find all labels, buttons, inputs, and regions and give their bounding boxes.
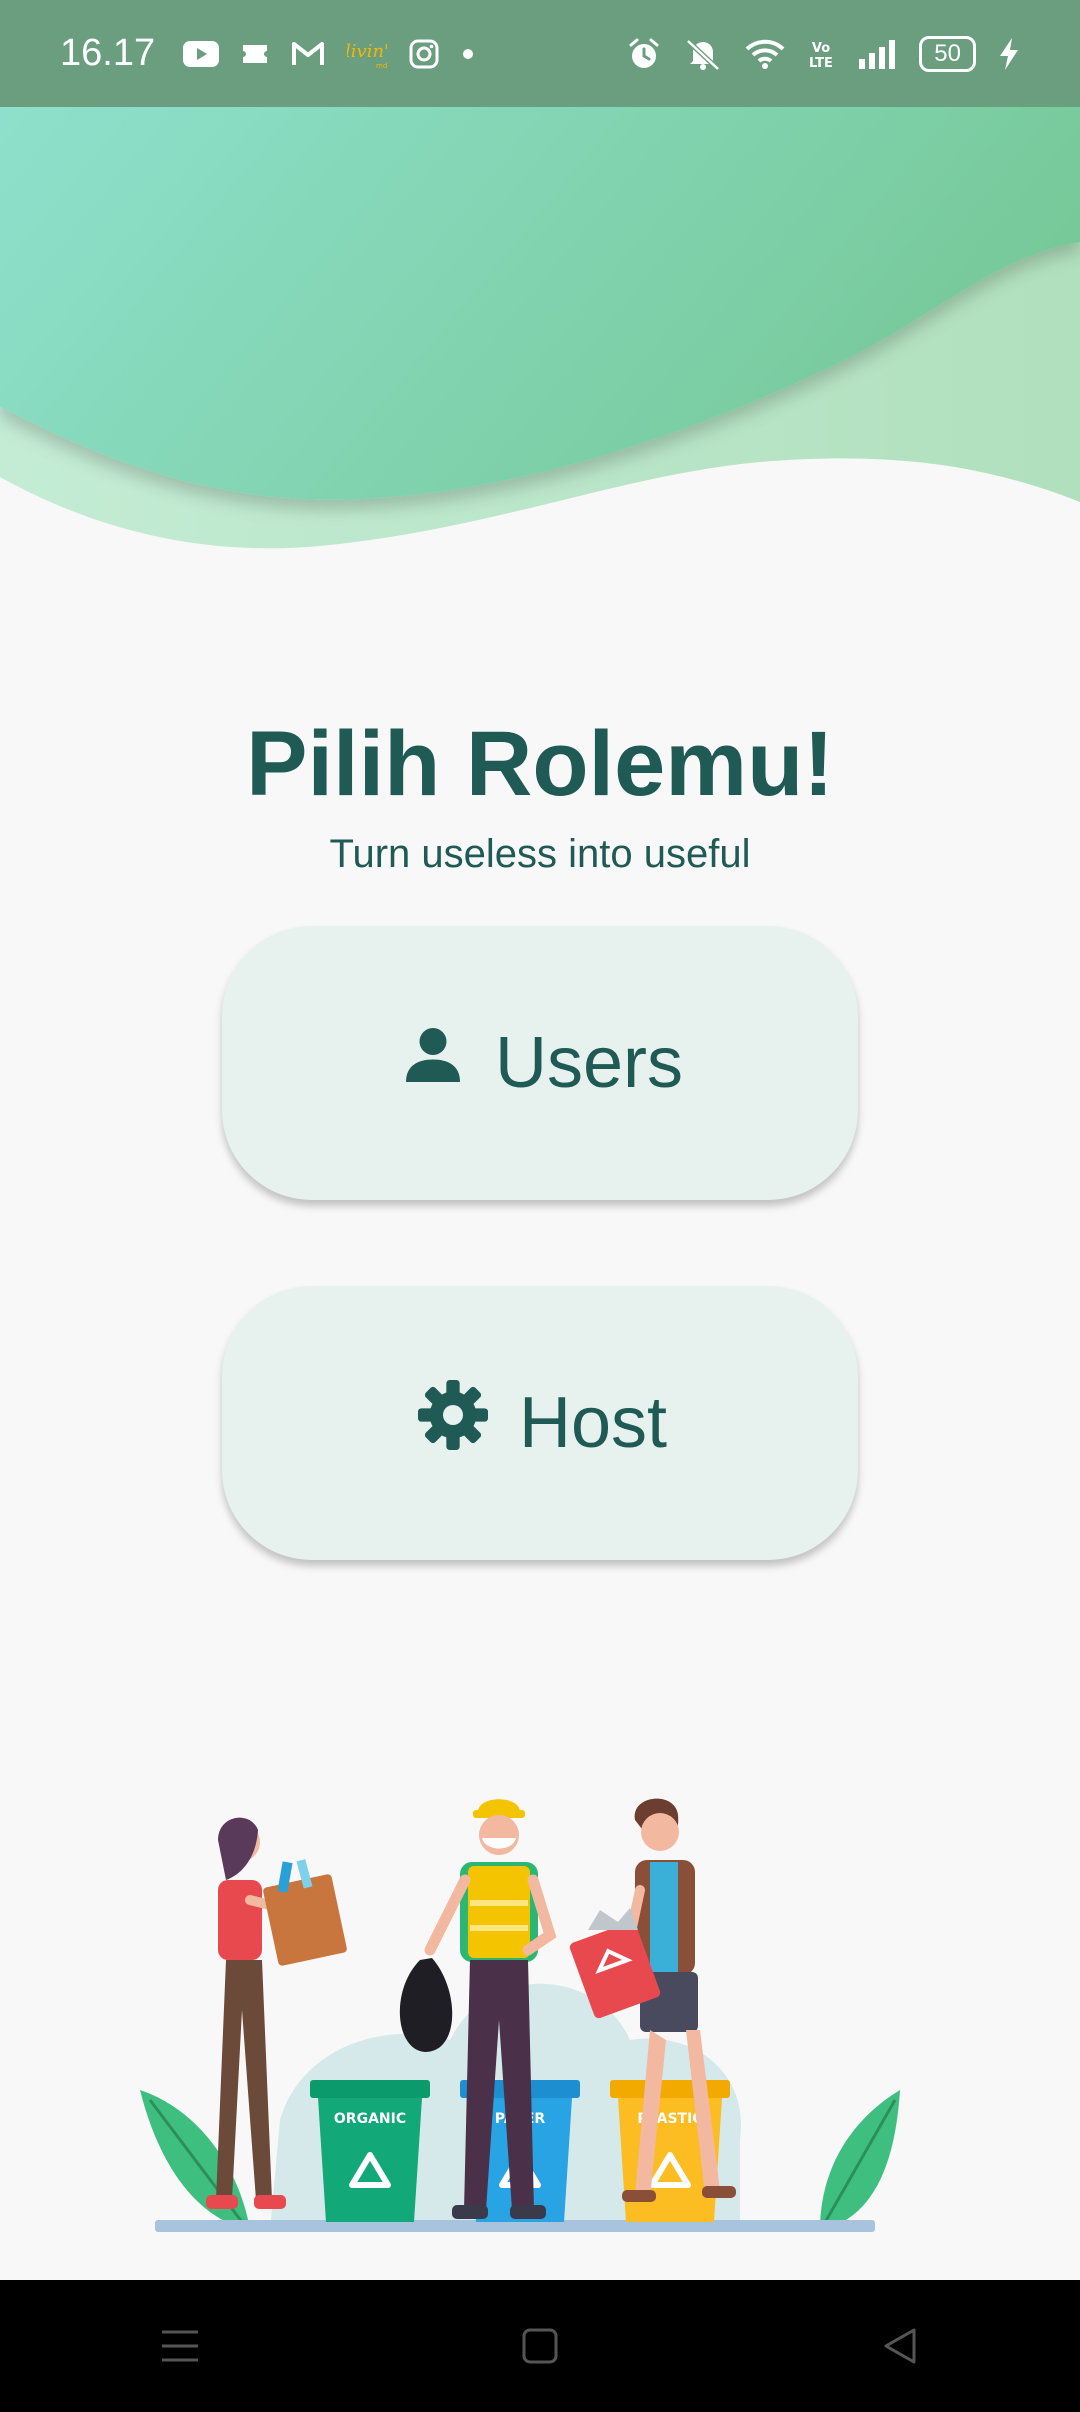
svg-text:mdr: mdr: [376, 62, 387, 70]
svg-text:Vo: Vo: [812, 41, 830, 56]
gear-icon: [413, 1375, 493, 1472]
organic-bin: ORGANIC: [310, 2080, 430, 2222]
youtube-icon: [183, 40, 220, 67]
svg-text:LTE: LTE: [809, 56, 833, 70]
livin-icon: livin'mdr: [347, 37, 387, 71]
page-title: Pilih Rolemu!: [246, 713, 834, 815]
system-icons: Vo LTE 50: [627, 35, 1020, 72]
header-wave: [0, 107, 1080, 549]
organic-bin-label: ORGANIC: [334, 2111, 406, 2127]
status-time: 16.17: [60, 32, 156, 74]
host-role-button[interactable]: Host: [222, 1286, 858, 1560]
signal-icon: [857, 39, 897, 69]
status-bar: 16.17 livin'mdr VoLTE: [0, 0, 1080, 107]
page-subtitle: Turn useless into useful: [329, 832, 751, 876]
users-role-label: Users: [494, 1023, 683, 1103]
charging-icon: [998, 37, 1020, 71]
mute-icon: [683, 37, 723, 71]
host-role-label: Host: [518, 1383, 668, 1463]
svg-text:livin': livin': [347, 41, 387, 62]
home-icon[interactable]: [510, 2316, 570, 2376]
instagram-icon: [409, 39, 439, 69]
battery-level: 50: [919, 35, 976, 72]
recycling-illustration: ORGANIC PAPER PLASTIC: [140, 1798, 900, 2232]
back-icon[interactable]: [870, 2316, 930, 2376]
dot-icon: [461, 47, 475, 61]
volte-icon: Vo LTE: [807, 38, 835, 70]
person-icon: [397, 1019, 469, 1108]
navigation-bar: [0, 2280, 1080, 2412]
menu-icon[interactable]: [150, 2316, 210, 2376]
users-role-button[interactable]: Users: [222, 926, 858, 1200]
alarm-icon: [627, 37, 661, 71]
notification-icons: livin'mdr: [183, 37, 475, 71]
ticket-icon: [241, 43, 269, 65]
gmail-icon: [291, 41, 325, 67]
wifi-icon: [745, 38, 785, 70]
